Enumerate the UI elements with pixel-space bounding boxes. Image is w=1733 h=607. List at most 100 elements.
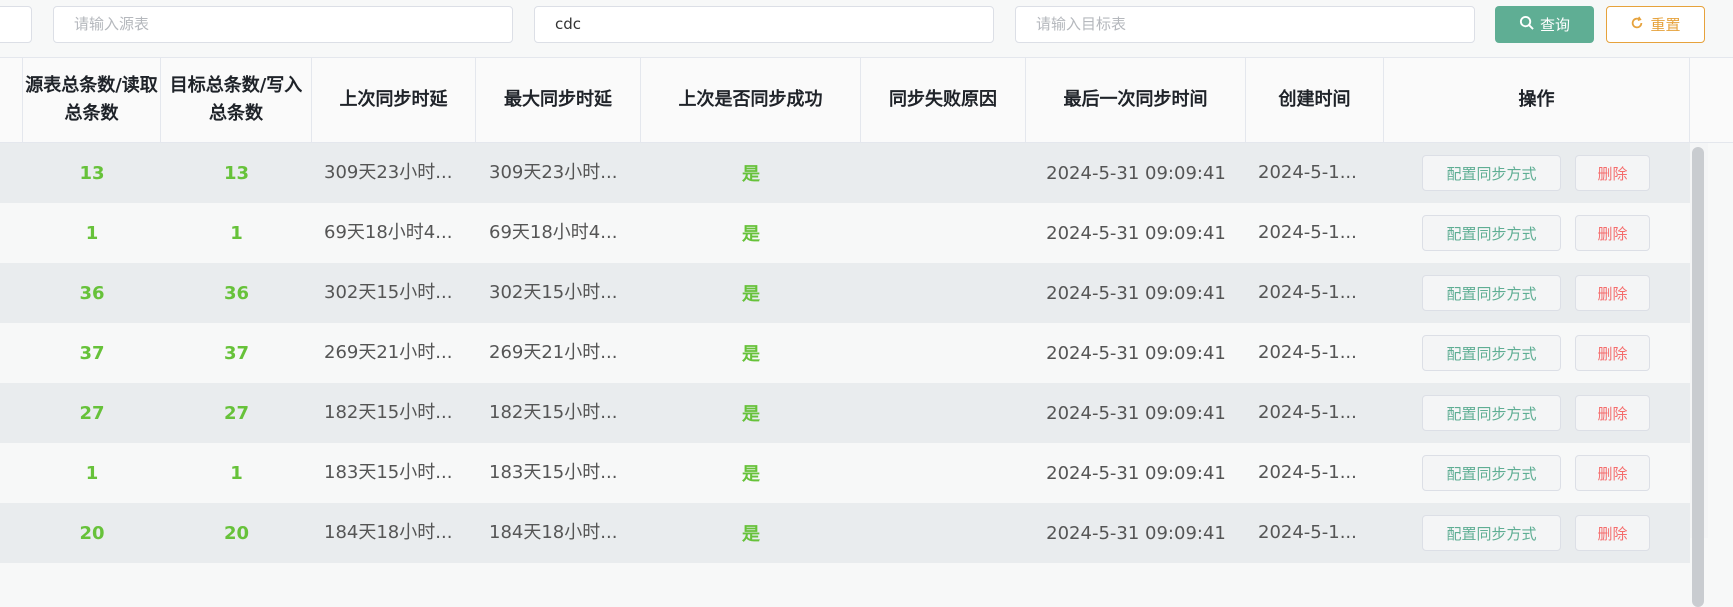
created-time-cell: 2024-5-1... bbox=[1258, 443, 1378, 503]
last-sync-time-cell: 2024-5-31 09:09:41 bbox=[1046, 402, 1226, 424]
search-icon bbox=[1519, 15, 1534, 34]
last-delay-cell: 69天18小时4... bbox=[324, 203, 464, 263]
last-success-cell: 是 bbox=[742, 284, 760, 305]
created-time-text: 2024-5-1... bbox=[1258, 162, 1357, 183]
target-count-cell: 20 bbox=[223, 522, 250, 544]
target-count-cell: 13 bbox=[223, 162, 250, 184]
target-count-cell: 37 bbox=[223, 342, 250, 364]
delete-button[interactable]: 删除 bbox=[1575, 335, 1650, 371]
delete-button[interactable]: 删除 bbox=[1575, 275, 1650, 311]
vertical-scrollbar-thumb[interactable] bbox=[1692, 147, 1704, 607]
delete-button[interactable]: 删除 bbox=[1575, 215, 1650, 251]
last-delay-text: 183天15小时... bbox=[324, 462, 453, 483]
created-time-cell: 2024-5-1... bbox=[1258, 323, 1378, 383]
target-count-cell: 36 bbox=[223, 282, 250, 304]
source-count-cell: 27 bbox=[79, 402, 105, 424]
source-count-cell: 1 bbox=[85, 222, 99, 244]
created-time-text: 2024-5-1... bbox=[1258, 522, 1357, 543]
max-delay-text: 182天15小时... bbox=[489, 402, 618, 423]
max-delay-cell: 183天15小时... bbox=[489, 443, 629, 503]
fail-reason-cell bbox=[861, 503, 1026, 563]
header-target-count: 目标总条数/写入总条数 bbox=[161, 58, 312, 142]
fail-reason-cell bbox=[861, 323, 1026, 383]
last-delay-cell: 302天15小时... bbox=[324, 263, 464, 323]
table-row: 37 37 269天21小时... 269天21小时... 是 2024-5-3… bbox=[0, 323, 1690, 383]
max-delay-cell: 302天15小时... bbox=[489, 263, 629, 323]
created-time-text: 2024-5-1... bbox=[1258, 222, 1357, 243]
last-delay-text: 182天15小时... bbox=[324, 402, 453, 423]
last-sync-time-cell: 2024-5-31 09:09:41 bbox=[1046, 522, 1226, 544]
max-delay-text: 302天15小时... bbox=[489, 282, 618, 303]
table-row: 27 27 182天15小时... 182天15小时... 是 2024-5-3… bbox=[0, 383, 1690, 443]
delete-button[interactable]: 删除 bbox=[1575, 455, 1650, 491]
configure-sync-button[interactable]: 配置同步方式 bbox=[1422, 215, 1561, 251]
fail-reason-cell bbox=[861, 203, 1026, 263]
fail-reason-cell bbox=[861, 383, 1026, 443]
refresh-icon bbox=[1630, 15, 1644, 34]
last-delay-text: 69天18小时4... bbox=[324, 222, 453, 243]
last-success-cell: 是 bbox=[742, 344, 760, 365]
target-table-input[interactable]: 请输入目标表 bbox=[1015, 6, 1475, 43]
filter-bar: 请输入源表 cdc 请输入目标表 查询 重置 bbox=[0, 0, 1733, 57]
fail-reason-cell bbox=[861, 143, 1026, 203]
reset-button[interactable]: 重置 bbox=[1606, 6, 1705, 43]
created-time-text: 2024-5-1... bbox=[1258, 402, 1357, 423]
last-delay-text: 184天18小时... bbox=[324, 522, 453, 543]
configure-sync-button[interactable]: 配置同步方式 bbox=[1422, 275, 1561, 311]
last-success-cell: 是 bbox=[742, 164, 760, 185]
table-row: 20 20 184天18小时... 184天18小时... 是 2024-5-3… bbox=[0, 503, 1690, 563]
last-success-cell: 是 bbox=[742, 404, 760, 425]
last-delay-cell: 183天15小时... bbox=[324, 443, 464, 503]
table-row: 1 1 183天15小时... 183天15小时... 是 2024-5-31 … bbox=[0, 443, 1690, 503]
source-count-cell: 36 bbox=[79, 282, 105, 304]
header-last-success: 上次是否同步成功 bbox=[641, 58, 861, 142]
max-delay-text: 309天23小时... bbox=[489, 162, 618, 183]
table-row: 13 13 309天23小时... 309天23小时... 是 2024-5-3… bbox=[0, 143, 1690, 203]
source-count-cell: 1 bbox=[85, 462, 99, 484]
delete-button[interactable]: 删除 bbox=[1575, 155, 1650, 191]
source-count-cell: 13 bbox=[79, 162, 105, 184]
configure-sync-button[interactable]: 配置同步方式 bbox=[1422, 155, 1561, 191]
configure-sync-button[interactable]: 配置同步方式 bbox=[1422, 515, 1561, 551]
configure-sync-button[interactable]: 配置同步方式 bbox=[1422, 455, 1561, 491]
last-sync-time-cell: 2024-5-31 09:09:41 bbox=[1046, 162, 1226, 184]
last-success-cell: 是 bbox=[742, 464, 760, 485]
fail-reason-cell bbox=[861, 263, 1026, 323]
max-delay-text: 183天15小时... bbox=[489, 462, 618, 483]
last-success-cell: 是 bbox=[742, 524, 760, 545]
table-header: 源表总条数/读取总条数 目标总条数/写入总条数 上次同步时延 最大同步时延 上次… bbox=[0, 58, 1733, 143]
last-sync-time-cell: 2024-5-31 09:09:41 bbox=[1046, 342, 1226, 364]
source-table-input[interactable]: 请输入源表 bbox=[53, 6, 513, 43]
leading-filter-input[interactable] bbox=[0, 6, 32, 43]
configure-sync-button[interactable]: 配置同步方式 bbox=[1422, 395, 1561, 431]
delete-button[interactable]: 删除 bbox=[1575, 395, 1650, 431]
table-row: 36 36 302天15小时... 302天15小时... 是 2024-5-3… bbox=[0, 263, 1690, 323]
table-row: 1 1 69天18小时4... 69天18小时4... 是 2024-5-31 … bbox=[0, 203, 1690, 263]
last-delay-text: 269天21小时... bbox=[324, 342, 453, 363]
keyword-input[interactable]: cdc bbox=[534, 6, 994, 43]
header-cell-truncated bbox=[0, 58, 23, 142]
header-created-time: 创建时间 bbox=[1246, 58, 1384, 142]
last-sync-time-cell: 2024-5-31 09:09:41 bbox=[1046, 462, 1226, 484]
created-time-cell: 2024-5-1... bbox=[1258, 263, 1378, 323]
max-delay-text: 69天18小时4... bbox=[489, 222, 618, 243]
created-time-text: 2024-5-1... bbox=[1258, 462, 1357, 483]
created-time-text: 2024-5-1... bbox=[1258, 282, 1357, 303]
last-delay-text: 302天15小时... bbox=[324, 282, 453, 303]
delete-button[interactable]: 删除 bbox=[1575, 515, 1650, 551]
max-delay-cell: 182天15小时... bbox=[489, 383, 629, 443]
reset-button-label: 重置 bbox=[1650, 16, 1681, 34]
fail-reason-cell bbox=[861, 443, 1026, 503]
query-button[interactable]: 查询 bbox=[1495, 6, 1594, 43]
max-delay-cell: 269天21小时... bbox=[489, 323, 629, 383]
max-delay-text: 269天21小时... bbox=[489, 342, 618, 363]
last-delay-cell: 309天23小时... bbox=[324, 143, 464, 203]
last-delay-cell: 182天15小时... bbox=[324, 383, 464, 443]
header-source-count: 源表总条数/读取总条数 bbox=[23, 58, 161, 142]
target-count-cell: 27 bbox=[223, 402, 250, 424]
created-time-cell: 2024-5-1... bbox=[1258, 383, 1378, 443]
header-fail-reason: 同步失败原因 bbox=[861, 58, 1026, 142]
sync-task-table: 源表总条数/读取总条数 目标总条数/写入总条数 上次同步时延 最大同步时延 上次… bbox=[0, 57, 1733, 607]
created-time-cell: 2024-5-1... bbox=[1258, 203, 1378, 263]
configure-sync-button[interactable]: 配置同步方式 bbox=[1422, 335, 1561, 371]
